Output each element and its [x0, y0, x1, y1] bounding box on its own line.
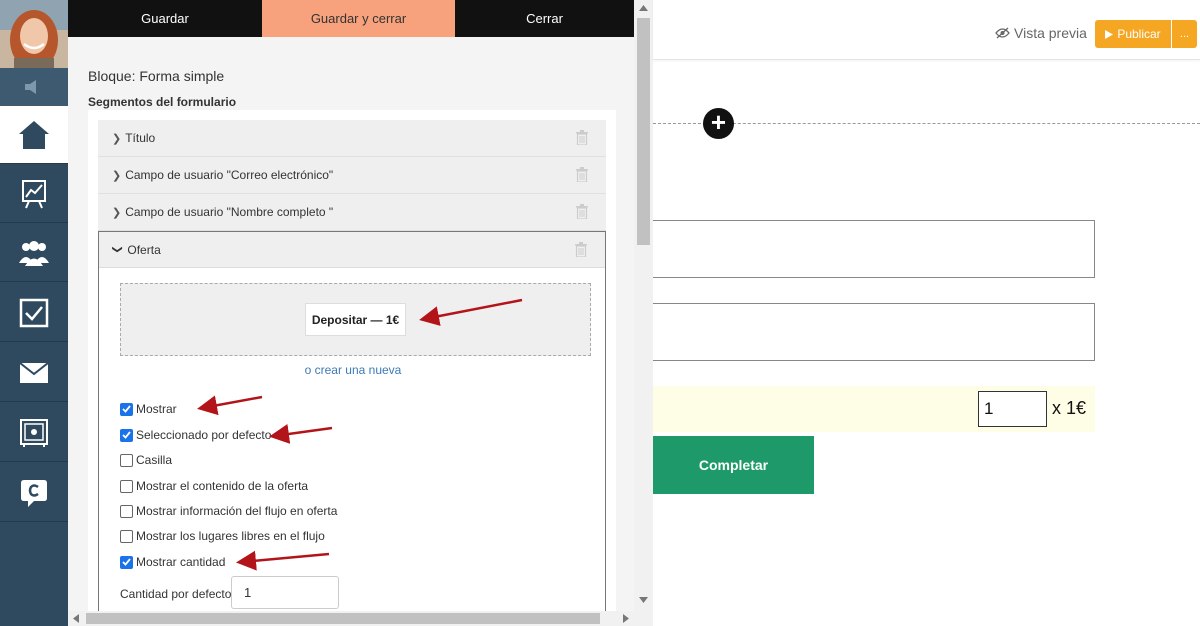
segment-list: ❯ Título ❯ Campo de usuario "Correo elec… — [88, 110, 616, 626]
avatar[interactable] — [0, 0, 68, 68]
option-checkbox[interactable]: Casilla — [120, 453, 172, 467]
default-quantity-label: Cantidad por defecto — [120, 587, 232, 601]
segments-title: Segmentos del formulario — [88, 95, 237, 109]
safe-icon — [20, 418, 48, 447]
vertical-scrollbar[interactable] — [634, 0, 653, 611]
scroll-up-icon[interactable] — [639, 5, 648, 11]
editor-panel: Guardar Guardar y cerrar Cerrar Bloque: … — [68, 0, 634, 626]
add-block-button[interactable]: + — [703, 108, 734, 139]
option-show-flow-info[interactable]: Mostrar información del flujo en oferta — [120, 504, 337, 518]
scrollbar-thumb[interactable] — [86, 613, 600, 624]
checkbox[interactable] — [120, 428, 133, 442]
preview-button[interactable]: Vista previa — [995, 25, 1087, 41]
option-selected-default[interactable]: Seleccionado por defecto — [120, 428, 271, 442]
create-offer-link[interactable]: o crear una nueva — [99, 363, 607, 377]
nav-users[interactable] — [0, 224, 68, 282]
checkbox[interactable] — [120, 529, 133, 543]
option-show-quantity[interactable]: Mostrar cantidad — [120, 555, 225, 569]
nav-stats[interactable] — [0, 165, 68, 223]
nav-chat[interactable] — [0, 464, 68, 522]
chat-c-icon — [21, 479, 47, 507]
canvas-header: Vista previa Publicar ... — [653, 0, 1200, 60]
option-show-content[interactable]: Mostrar el contenido de la oferta — [120, 479, 308, 493]
complete-button[interactable]: Completar — [653, 436, 814, 494]
checkbox[interactable] — [120, 453, 133, 467]
trash-icon[interactable] — [576, 130, 588, 145]
mail-icon — [20, 362, 48, 383]
segment-row-title[interactable]: ❯ Título — [98, 120, 606, 157]
nav-safe[interactable] — [0, 404, 68, 462]
option-label: Mostrar información del flujo en oferta — [136, 504, 338, 518]
nav-tasks[interactable] — [0, 284, 68, 342]
segment-label: Campo de usuario "Nombre completo " — [125, 205, 334, 219]
close-button[interactable]: Cerrar — [455, 0, 634, 37]
nav-mail[interactable] — [0, 344, 68, 402]
checkbox[interactable] — [120, 402, 133, 416]
scroll-down-icon[interactable] — [639, 597, 648, 603]
chevron-right-icon: ❯ — [112, 132, 122, 145]
scroll-right-icon[interactable] — [623, 614, 629, 623]
offer-segment: ❯ Oferta Depositar — 1€ o crear una nuev… — [98, 231, 606, 626]
trash-icon[interactable] — [576, 204, 588, 219]
price-label: x 1€ — [1052, 398, 1087, 418]
chevron-right-icon: ❯ — [112, 206, 122, 219]
form-field-name[interactable] — [653, 303, 1095, 361]
checkbox[interactable] — [120, 555, 133, 569]
block-title: Bloque: Forma simple — [88, 68, 225, 84]
checkbox[interactable] — [120, 504, 133, 518]
home-icon — [19, 120, 49, 149]
publish-label: Publicar — [1117, 27, 1161, 41]
default-quantity-input[interactable]: 1 — [231, 576, 339, 609]
option-label: Mostrar el contenido de la oferta — [136, 479, 309, 493]
option-label: Mostrar — [136, 402, 177, 416]
checkbox-icon — [19, 298, 49, 327]
scroll-left-icon[interactable] — [73, 614, 79, 623]
editor-toolbar: Guardar Guardar y cerrar Cerrar — [68, 0, 634, 37]
trash-icon[interactable] — [575, 242, 587, 257]
speaker-icon[interactable] — [0, 68, 68, 106]
quantity-input[interactable]: 1 — [978, 391, 1047, 427]
segment-row-fullname[interactable]: ❯ Campo de usuario "Nombre completo " — [98, 194, 606, 231]
section-divider — [653, 123, 1200, 124]
form-field-email[interactable] — [653, 220, 1095, 278]
chart-board-icon — [22, 179, 46, 208]
publish-button[interactable]: Publicar — [1095, 20, 1171, 48]
eye-slash-icon — [995, 27, 1010, 39]
option-label: Mostrar cantidad — [136, 555, 226, 569]
page-canvas: Vista previa Publicar ... + 1 x 1€ Compl… — [653, 0, 1200, 626]
trash-icon[interactable] — [576, 167, 588, 182]
segment-label: Título — [125, 131, 156, 145]
users-icon — [19, 240, 49, 266]
option-show[interactable]: Mostrar — [120, 402, 177, 416]
checkbox[interactable] — [120, 479, 133, 493]
chevron-down-icon: ❯ — [111, 245, 123, 254]
horizontal-scrollbar[interactable] — [68, 611, 653, 626]
nav-home[interactable] — [0, 106, 68, 164]
scrollbar-thumb[interactable] — [637, 18, 650, 245]
segment-row-email[interactable]: ❯ Campo de usuario "Correo electrónico" — [98, 157, 606, 194]
segment-row-offer[interactable]: ❯ Oferta — [99, 232, 605, 268]
save-and-close-button[interactable]: Guardar y cerrar — [262, 0, 455, 37]
segment-label: Campo de usuario "Correo electrónico" — [125, 168, 334, 182]
option-label: Casilla — [136, 453, 173, 467]
offer-chip[interactable]: Depositar — 1€ — [305, 303, 406, 336]
option-show-free-places[interactable]: Mostrar los lugares libres en el flujo — [120, 529, 325, 543]
option-label: Mostrar los lugares libres en el flujo — [136, 529, 325, 543]
play-icon — [1105, 29, 1114, 39]
option-label: Seleccionado por defecto — [136, 428, 272, 442]
save-button[interactable]: Guardar — [68, 0, 262, 37]
left-nav — [0, 0, 68, 626]
segment-label: Oferta — [127, 242, 161, 257]
chevron-right-icon: ❯ — [112, 169, 122, 182]
offer-dropzone[interactable]: Depositar — 1€ — [120, 283, 591, 356]
preview-label: Vista previa — [1014, 25, 1087, 41]
publish-more-button[interactable]: ... — [1172, 20, 1197, 48]
